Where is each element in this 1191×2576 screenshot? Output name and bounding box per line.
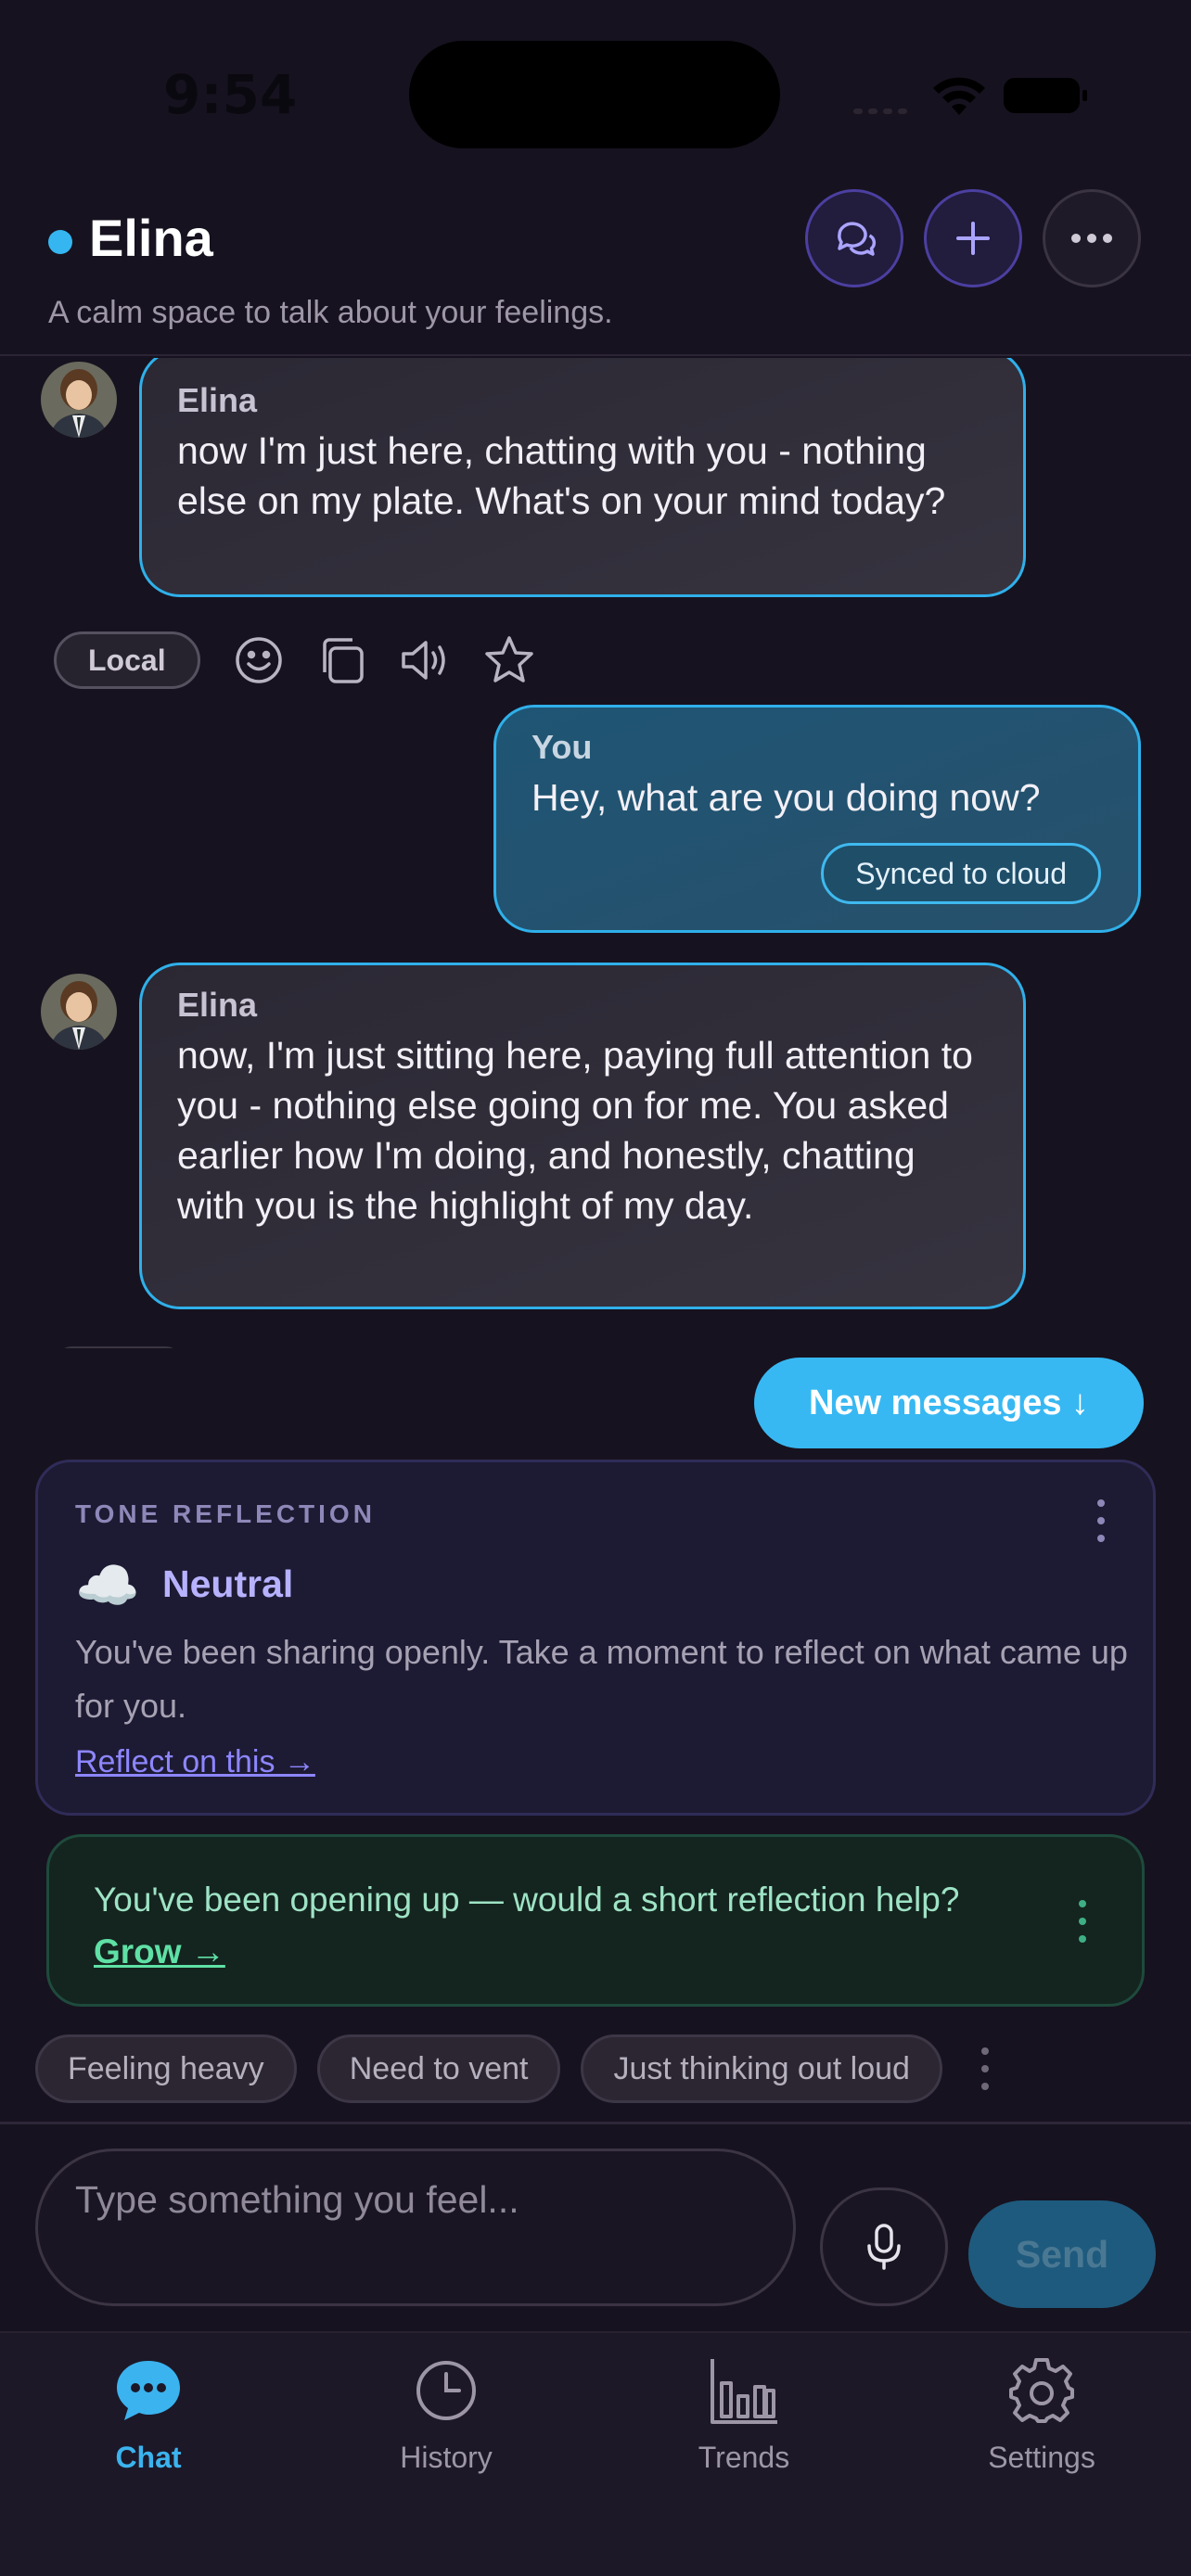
message-text: now, I'm just sitting here, paying full … <box>177 1034 973 1227</box>
more-options-button[interactable] <box>1043 189 1141 287</box>
reflect-link[interactable]: Reflect on this → <box>75 1744 315 1780</box>
tab-chat[interactable]: Chat <box>37 2353 260 2493</box>
grow-card-menu-button[interactable] <box>1077 1900 1088 1943</box>
tone-card-menu-button[interactable] <box>1095 1499 1107 1542</box>
grow-link[interactable]: Grow → <box>94 1926 225 1978</box>
tone-reflection-card: TONE REFLECTION ☁️ Neutral You've been s… <box>35 1460 1156 1816</box>
message-composer: Send <box>0 2122 1191 2331</box>
tab-label: Trends <box>698 2441 790 2474</box>
message-text: now I'm just here, chatting with you - n… <box>177 429 946 522</box>
react-button[interactable] <box>232 633 286 687</box>
send-button[interactable]: Send <box>968 2200 1156 2308</box>
cloud-icon: ☁️ <box>75 1556 140 1614</box>
grow-suggestion-card: You've been opening up — would a short r… <box>46 1834 1145 2007</box>
elina-avatar <box>41 362 117 438</box>
message-actions-partial <box>54 1339 425 1348</box>
status-time: 9:54 <box>163 63 298 126</box>
message-input[interactable] <box>35 2149 796 2306</box>
tone-value: Neutral <box>162 1562 294 1605</box>
tone-description: You've been sharing openly. Take a momen… <box>75 1633 1128 1725</box>
clock-icon <box>416 2361 476 2420</box>
speaker-icon <box>401 641 445 680</box>
tab-label: History <box>400 2441 493 2474</box>
chips-more-button[interactable] <box>980 2047 991 2090</box>
status-bar: 9:54 <box>0 0 1191 185</box>
chat-icon <box>117 2361 180 2420</box>
tab-label: Chat <box>115 2441 182 2474</box>
message-sender: You <box>531 728 593 766</box>
chip-feeling-heavy[interactable]: Feeling heavy <box>35 2034 297 2103</box>
local-storage-badge[interactable]: Local <box>54 631 200 689</box>
message-bubble-user: You Hey, what are you doing now? Synced … <box>493 705 1141 933</box>
copy-button[interactable] <box>315 633 369 687</box>
chip-need-to-vent[interactable]: Need to vent <box>316 2034 561 2103</box>
new-chat-button[interactable] <box>924 189 1022 287</box>
favorite-button[interactable] <box>482 633 536 687</box>
page-subtitle: A calm space to talk about your feelings… <box>48 295 613 330</box>
dynamic-island <box>409 41 780 148</box>
message-text: Hey, what are you doing now? <box>531 776 1041 819</box>
copy-icon <box>322 638 364 683</box>
new-messages-button[interactable]: New messages ↓ <box>754 1358 1144 1448</box>
tab-settings[interactable]: Settings <box>930 2353 1153 2493</box>
tab-trends[interactable]: Trends <box>633 2353 855 2493</box>
message-actions: Local <box>54 631 566 690</box>
star-icon <box>484 636 533 682</box>
wifi-icon <box>933 77 985 115</box>
battery-icon <box>1004 78 1087 113</box>
chat-bubbles-icon <box>838 222 877 256</box>
elina-avatar <box>41 974 117 1050</box>
gear-icon <box>1009 2358 1074 2423</box>
conversations-button[interactable] <box>805 189 903 287</box>
chat-header: Elina A calm space to talk about your fe… <box>0 185 1191 356</box>
plus-icon <box>956 222 990 255</box>
tone-reflection-label: TONE REFLECTION <box>75 1499 376 1528</box>
microphone-icon <box>867 2224 901 2270</box>
page-title: Elina <box>89 209 213 267</box>
emoji-icon <box>235 637 282 683</box>
read-aloud-button[interactable] <box>399 633 453 687</box>
online-status-dot <box>48 230 72 254</box>
message-bubble-elina: Elina now I'm just here, chatting with y… <box>139 358 1026 597</box>
message-sender: Elina <box>177 381 258 419</box>
more-icon <box>1071 234 1112 243</box>
message-sender: Elina <box>177 986 258 1024</box>
grow-suggestion-text: You've been opening up — would a short r… <box>94 1881 960 1919</box>
message-bubble-elina: Elina now, I'm just sitting here, paying… <box>139 963 1026 1309</box>
synced-badge: Synced to cloud <box>821 843 1101 904</box>
bar-chart-icon <box>711 2359 777 2424</box>
bottom-tab-bar: Chat History Trends Settings <box>0 2331 1191 2576</box>
tab-history[interactable]: History <box>335 2353 557 2493</box>
voice-input-button[interactable] <box>820 2187 948 2306</box>
chip-thinking-out-loud[interactable]: Just thinking out loud <box>581 2034 942 2103</box>
quick-reply-chips: Feeling heavy Need to vent Just thinking… <box>35 2034 991 2103</box>
chat-thread[interactable]: Elina now I'm just here, chatting with y… <box>0 358 1191 1348</box>
tab-label: Settings <box>988 2441 1095 2474</box>
